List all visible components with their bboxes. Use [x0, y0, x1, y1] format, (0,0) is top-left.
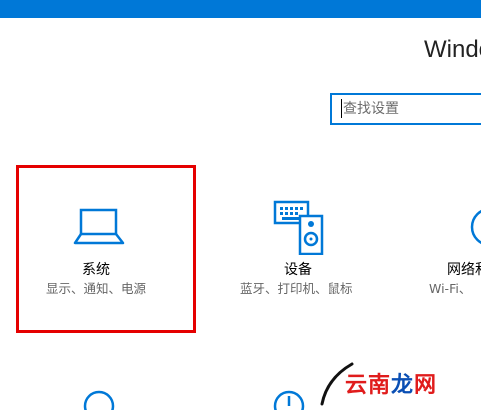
globe-icon [470, 209, 481, 245]
watermark-text-3: 网 [414, 373, 438, 398]
tile-network-label: 网络和 [447, 262, 481, 278]
text-caret [341, 99, 342, 118]
search-box[interactable] [330, 93, 481, 125]
watermark-text: 云南龙网 [345, 367, 437, 399]
tile-network[interactable]: 网络和 Wi-Fi、 [425, 190, 481, 310]
tile-devices-desc: 蓝牙、打印机、鼠标 [240, 281, 353, 296]
tile-devices-label: 设备 [284, 262, 312, 278]
highlight-box [16, 165, 196, 333]
tile-network-desc: Wi-Fi、 [429, 281, 472, 296]
keyboard-speaker-icon [273, 200, 324, 255]
search-input[interactable] [332, 95, 481, 123]
title-bar [0, 0, 481, 18]
time-icon[interactable] [272, 388, 306, 410]
account-icon[interactable] [82, 388, 116, 410]
tile-devices[interactable]: 设备 蓝牙、打印机、鼠标 [220, 190, 380, 310]
window-title: Windo [424, 36, 481, 63]
watermark-text-1: 云南 [345, 373, 392, 398]
watermark-text-2: 龙 [391, 373, 415, 398]
